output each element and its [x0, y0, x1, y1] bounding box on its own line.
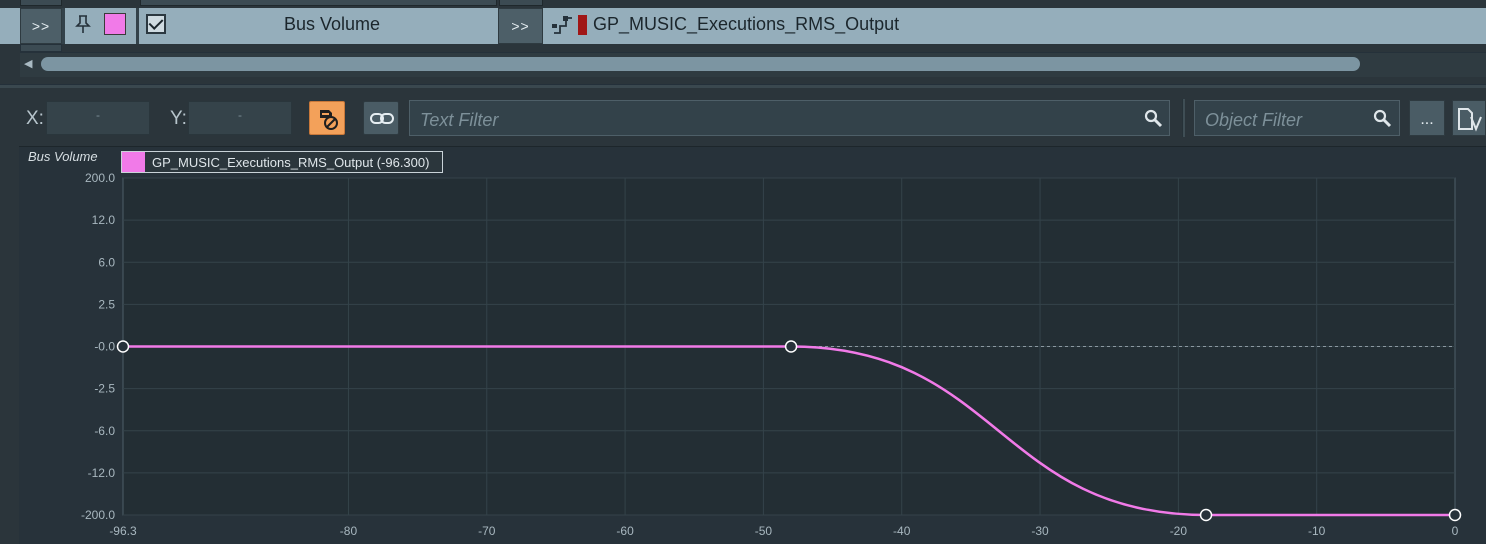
y-tick-label: 6.0	[98, 255, 115, 269]
curve-point[interactable]	[1448, 508, 1462, 522]
legend-color-swatch	[122, 152, 145, 172]
legend-label: GP_MUSIC_Executions_RMS_Output (-96.300)	[152, 155, 430, 170]
x-tick-label: -10	[1308, 524, 1326, 538]
x-tick-label: -30	[1031, 524, 1049, 538]
y-axis-labels: 200.0 12.0 6.0 2.5 -0.0 -2.5 -6.0 -12.0 -200.0	[81, 171, 115, 522]
y-tick-label: 200.0	[85, 171, 115, 185]
x-tick-label: -20	[1170, 524, 1188, 538]
curve-point[interactable]	[1199, 508, 1213, 522]
y-tick-label: -6.0	[94, 424, 115, 438]
y-tick-label: -2.5	[94, 382, 115, 396]
y-tick-label: 2.5	[98, 297, 115, 311]
rtpc-curve-plot[interactable]: 200.0 12.0 6.0 2.5 -0.0 -2.5 -6.0 -12.0 -200.0 -…	[0, 0, 1486, 544]
y-tick-label: -0.0	[94, 340, 115, 354]
y-tick-label: -200.0	[81, 508, 115, 522]
y-tick-label: -12.0	[88, 466, 116, 480]
y-tick-label: 12.0	[92, 213, 116, 227]
x-axis-labels: -96.3 -80 -70 -60 -50 -40 -30 -20 -10 0	[109, 524, 1458, 538]
x-tick-label: -50	[755, 524, 773, 538]
x-tick-label: -60	[616, 524, 634, 538]
x-tick-label: -80	[340, 524, 358, 538]
x-tick-label: 0	[1452, 524, 1459, 538]
x-tick-label: -70	[478, 524, 496, 538]
curve-point[interactable]	[116, 340, 130, 353]
x-tick-label: -96.3	[109, 524, 137, 538]
curve-point[interactable]	[784, 340, 798, 353]
x-tick-label: -40	[893, 524, 911, 538]
